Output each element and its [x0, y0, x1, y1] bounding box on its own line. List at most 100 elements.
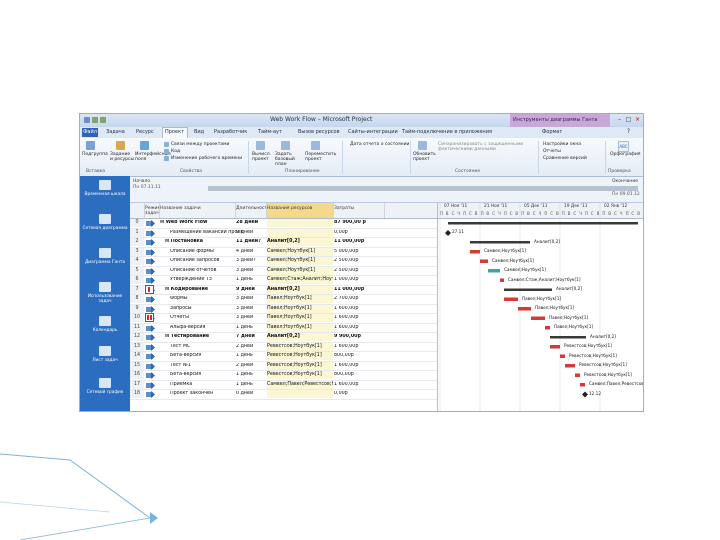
move-project-button[interactable]: Переместить проект [305, 152, 336, 162]
task-mode-icon[interactable] [146, 353, 160, 360]
update-project-button[interactable]: Обновить проект [413, 152, 436, 162]
gantt-summary-bar[interactable] [470, 241, 530, 244]
row-id[interactable]: 1 [130, 228, 144, 237]
duration-cell[interactable]: 3 дней [236, 268, 266, 274]
sidebar-item-timeline[interactable]: Временная шкала [80, 178, 130, 206]
table-row[interactable]: 6 Утверждение ТЗ 1 день Самвел;Стаж;Аналит;… [130, 276, 437, 286]
resource-cell[interactable]: Павел;Ноутбук[1] [267, 304, 333, 313]
resource-cell[interactable]: Павел;Ноутбук[1] [267, 314, 333, 322]
resource-cell[interactable]: Аналит[0,2] [267, 285, 333, 294]
gantt-milestone[interactable] [582, 391, 588, 398]
task-mode-icon[interactable] [146, 305, 160, 313]
table-row[interactable]: 14 Бета-версия 1 день Ревестсов;Ноутбук[1] 8… [130, 352, 437, 362]
table-row[interactable]: 0 ⊟ Web Work Flow 28 дней 87 900,00 р [130, 219, 437, 229]
row-id[interactable]: 7 [130, 285, 144, 294]
task-mode-icon[interactable] [146, 296, 160, 303]
cost-cell[interactable]: 5 000,00р [334, 249, 384, 255]
tab-resource[interactable]: Ресурс [136, 129, 154, 135]
gantt-milestone[interactable] [445, 230, 451, 236]
task-name-cell[interactable]: Отчеты [160, 315, 244, 321]
header-resource-names[interactable]: Названия ресурсов [267, 203, 334, 218]
task-name-cell[interactable]: ⊟ Постановка [160, 239, 239, 245]
task-name-cell[interactable]: Бета-версия [160, 353, 244, 359]
tab-task[interactable]: Задача [106, 129, 125, 135]
duration-cell[interactable]: 2 дней [236, 344, 266, 350]
sidebar-item-calendar[interactable]: Календарь [80, 314, 130, 342]
cost-cell[interactable]: 2 500,00р [334, 258, 384, 264]
cost-cell[interactable]: 1 600,00р [334, 344, 384, 350]
duration-cell[interactable]: 28 дней [236, 220, 266, 226]
gantt-task-bar[interactable] [500, 278, 504, 283]
duration-cell[interactable]: 3 дней [236, 315, 266, 321]
gantt-task-bar[interactable] [480, 259, 488, 264]
task-mode-icon[interactable] [146, 229, 160, 237]
gantt-task-bar[interactable] [560, 354, 565, 359]
custom-fields-button[interactable]: Интерфейсные поля [135, 152, 171, 162]
table-row[interactable]: 17 Приемка1 деньСамвел;Павел;Ревестсов;Но… [130, 380, 437, 391]
table-row[interactable]: 18 Проект закончен 0 дней 0,00р [130, 390, 437, 400]
resource-cell[interactable]: Аналит[0,2] [267, 238, 333, 246]
cost-cell[interactable]: 87 900,00 р [334, 220, 384, 226]
task-mode-icon[interactable] [146, 391, 160, 398]
table-row[interactable]: 16 Бета-версия 1 день Ревестсов;Ноутбук[1] 8… [130, 371, 437, 381]
resource-cell[interactable]: Павел;Ноутбук[1] [267, 295, 333, 303]
task-name-cell[interactable]: Альфа-версия [160, 325, 244, 331]
resource-cell[interactable]: Самвел;Павел;Ревестсов;Ноут [267, 380, 333, 389]
task-mode-icon[interactable] [146, 220, 160, 227]
row-id[interactable]: 13 [130, 342, 144, 351]
header-cost[interactable]: Затраты [334, 203, 385, 218]
tab-project[interactable]: Проект [165, 129, 184, 135]
save-icon[interactable] [84, 117, 90, 123]
row-id[interactable]: 6 [130, 276, 144, 284]
resource-cell[interactable]: Самвел;Ноутбук[1] [267, 257, 333, 265]
tab-sites[interactable]: Сайты-интеграции [348, 129, 398, 135]
wbs-button[interactable]: Код [171, 149, 180, 154]
duration-cell[interactable]: 1 день [236, 372, 266, 378]
table-row[interactable]: 11 Альфа-версия 1 день Павел;Ноутбук[1] 1 60… [130, 323, 437, 334]
task-name-cell[interactable]: Описание отчетов [160, 268, 244, 274]
sidebar-item-task-sheet[interactable]: Лист задач [80, 344, 130, 372]
sidebar-item-gantt[interactable]: Диаграмма Ганта [80, 246, 130, 274]
gantt-task-bar[interactable] [470, 250, 480, 254]
duration-cell[interactable]: 1 день [236, 325, 266, 331]
cost-cell[interactable]: 9 900,00р [334, 334, 384, 340]
table-row[interactable]: 9 Запросы 3 дней Павел;Ноутбук[1] 1 600,00р [130, 304, 437, 315]
row-id[interactable]: 14 [130, 352, 144, 360]
task-mode-icon[interactable] [146, 239, 160, 246]
row-id[interactable]: 8 [130, 295, 144, 303]
gantt-task-bar[interactable] [565, 364, 575, 368]
tab-format[interactable]: Формат [542, 129, 562, 135]
resource-cell[interactable]: Павел;Ноутбук[1] [267, 323, 333, 332]
duration-cell[interactable]: 1 день [236, 277, 266, 283]
header-task-mode[interactable]: Режим задачи [145, 203, 160, 218]
cost-cell[interactable]: 1 600,00р [334, 363, 384, 369]
cost-cell[interactable]: 1 600,00р [334, 382, 384, 388]
task-name-cell[interactable]: ⊟ Тестирование [160, 334, 239, 340]
task-name-cell[interactable]: ⊟ Web Work Flow [160, 220, 234, 226]
timeline-bar[interactable] [208, 186, 638, 191]
table-row[interactable]: 2 ⊟ Постановка 11 дней? Аналит[0,2] 11 000,0… [130, 238, 437, 248]
links-between-projects-button[interactable]: Связи между проектами [171, 142, 229, 147]
task-mode-icon[interactable] [146, 267, 160, 275]
duration-cell[interactable]: 9 дней [236, 287, 266, 293]
task-name-cell[interactable]: Описание формы [160, 249, 244, 255]
sidebar-item-task-usage[interactable]: Использование задач [80, 280, 130, 308]
gantt-task-bar[interactable] [531, 316, 545, 321]
cost-cell[interactable]: 0,00р [334, 230, 384, 236]
task-mode-icon[interactable] [146, 248, 160, 256]
table-row[interactable]: 12 ⊟ Тестирование 7 дней Аналит[0,2] 9 900,0… [130, 333, 437, 343]
cost-cell[interactable]: 0,00р [334, 391, 384, 397]
task-name-cell[interactable]: Утверждение ТЗ [160, 277, 244, 283]
table-row[interactable]: 7 ⊟ Кодирование 9 дней Аналит[0,2] 11 000,00… [130, 285, 437, 296]
set-baseline-button[interactable]: Задать базовый план [275, 152, 301, 167]
task-resources-button[interactable]: Задание и ресурсы [110, 152, 134, 162]
tab-file[interactable]: Файл [82, 128, 98, 137]
gantt-task-bar[interactable] [550, 345, 560, 349]
task-name-cell[interactable]: Описание запросов [160, 258, 244, 264]
tab-view[interactable]: Вид [194, 129, 204, 135]
resource-cell[interactable]: Самвел;Стаж;Аналит;Ноутбук [267, 276, 333, 284]
tab-resource-call[interactable]: Вызов ресурсов [298, 129, 340, 135]
tab-timeout[interactable]: Тайм-аут [258, 129, 282, 135]
duration-cell[interactable]: 11 дней? [236, 239, 266, 245]
task-mode-icon[interactable] [146, 343, 160, 351]
